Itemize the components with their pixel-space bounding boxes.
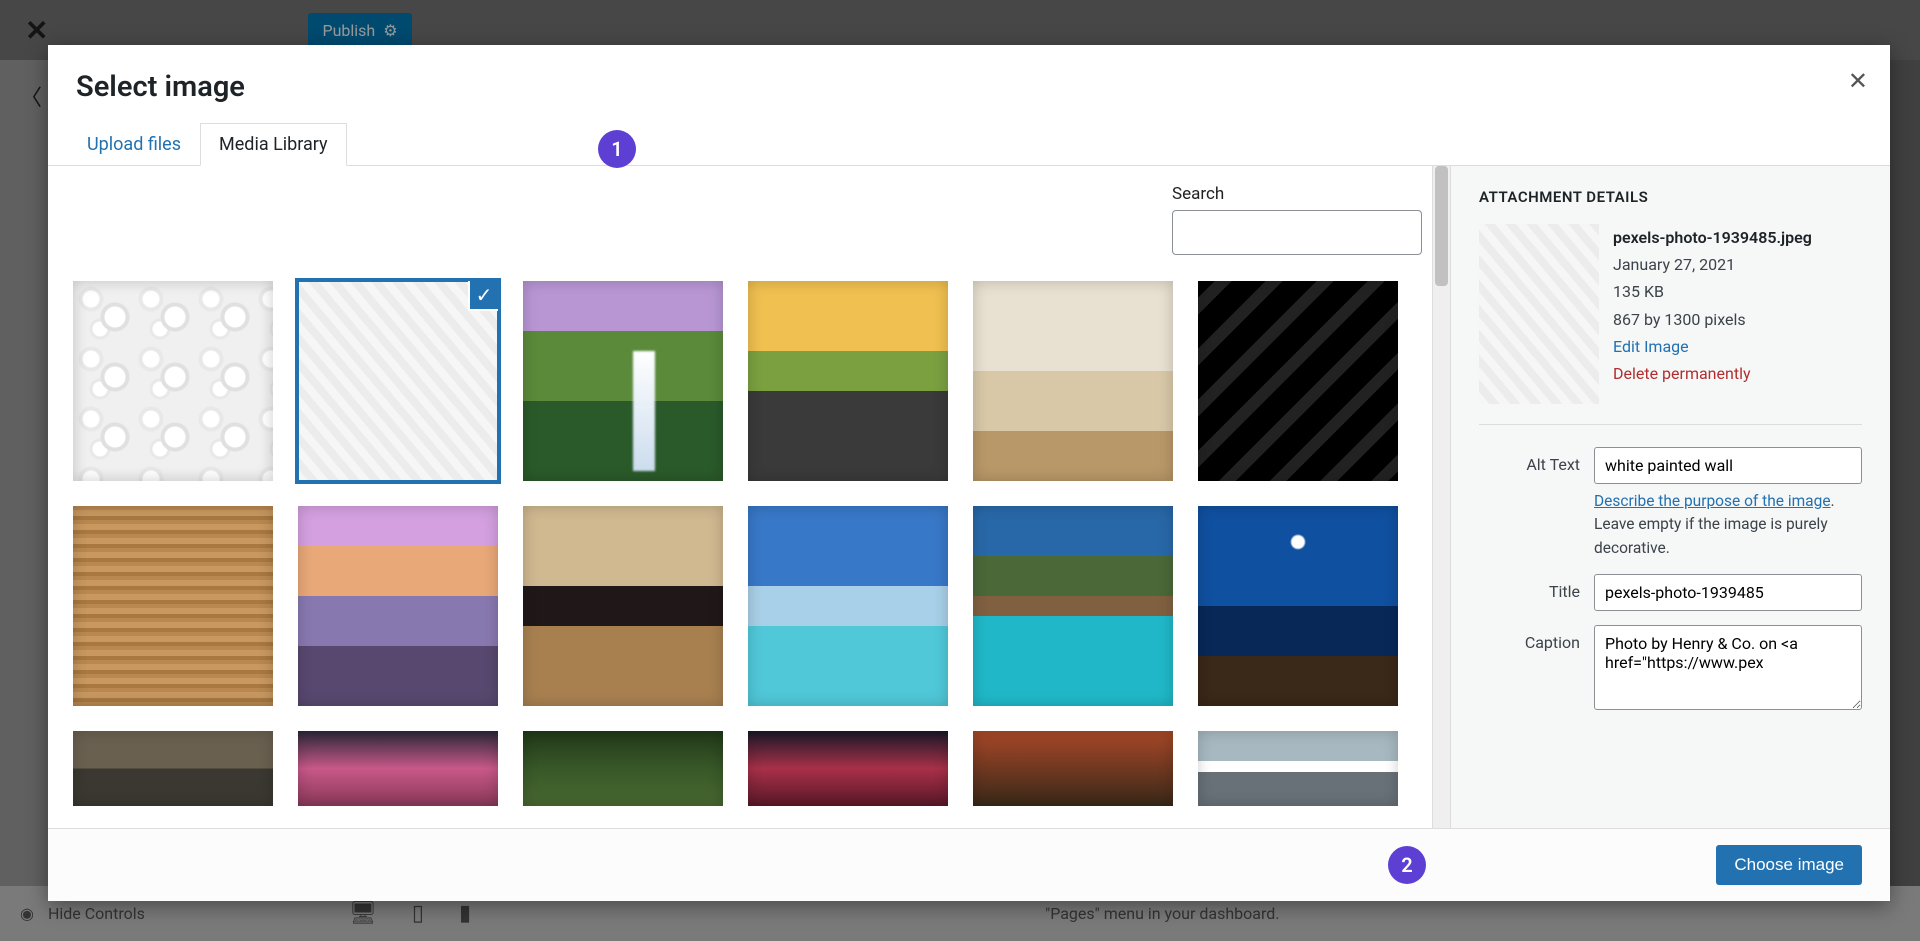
- media-thumb[interactable]: [1198, 731, 1398, 806]
- media-thumb[interactable]: [73, 731, 273, 806]
- modal-title: Select image: [76, 70, 1862, 104]
- media-thumb[interactable]: [523, 731, 723, 806]
- media-thumb[interactable]: [1198, 281, 1398, 481]
- scrollbar[interactable]: [1432, 166, 1450, 828]
- alt-text-input[interactable]: [1594, 447, 1862, 484]
- media-thumb[interactable]: [748, 506, 948, 706]
- mobile-icon: ▮: [459, 901, 471, 926]
- caption-input[interactable]: [1594, 625, 1862, 710]
- file-size: 135 KB: [1613, 278, 1812, 305]
- bg-text: "Pages" menu in your dashboard.: [1045, 904, 1279, 923]
- media-thumb[interactable]: [1198, 506, 1398, 706]
- eye-off-icon: ◉: [20, 904, 34, 923]
- media-thumb[interactable]: [298, 506, 498, 706]
- tablet-icon: ▯: [412, 901, 424, 926]
- gear-icon: ⚙: [383, 21, 397, 40]
- edit-image-link[interactable]: Edit Image: [1613, 333, 1812, 360]
- media-thumb[interactable]: [298, 731, 498, 806]
- bg-publish-button: Publish ⚙: [308, 13, 411, 48]
- close-button[interactable]: ✕: [1848, 67, 1868, 95]
- tab-upload-files[interactable]: Upload files: [68, 123, 200, 166]
- delete-link[interactable]: Delete permanently: [1613, 360, 1812, 387]
- modal-toolbar: Choose image: [48, 828, 1890, 901]
- media-thumb[interactable]: [523, 281, 723, 481]
- media-grid-area: Search ✓: [48, 166, 1450, 828]
- media-thumb[interactable]: [523, 506, 723, 706]
- media-thumb[interactable]: [748, 281, 948, 481]
- search-input[interactable]: [1172, 210, 1422, 255]
- attachment-details: ATTACHMENT DETAILS pexels-photo-1939485.…: [1450, 166, 1890, 828]
- desktop-icon: 🖥: [349, 901, 377, 926]
- details-heading: ATTACHMENT DETAILS: [1479, 188, 1862, 206]
- media-thumb[interactable]: [748, 731, 948, 806]
- check-icon: ✓: [468, 281, 498, 311]
- alt-text-label: Alt Text: [1479, 447, 1594, 474]
- bg-close-icon: ✕: [25, 14, 48, 47]
- filename: pexels-photo-1939485.jpeg: [1613, 224, 1812, 251]
- media-thumb[interactable]: [973, 506, 1173, 706]
- upload-date: January 27, 2021: [1613, 251, 1812, 278]
- caption-label: Caption: [1479, 625, 1594, 652]
- choose-image-button[interactable]: Choose image: [1716, 845, 1862, 885]
- media-thumb[interactable]: [973, 731, 1173, 806]
- media-thumb[interactable]: [973, 281, 1173, 481]
- annotation-badge-1: 1: [598, 130, 636, 168]
- details-thumbnail: [1479, 224, 1599, 404]
- hide-controls-label: Hide Controls: [48, 904, 145, 923]
- media-thumb[interactable]: [73, 506, 273, 706]
- title-input[interactable]: [1594, 574, 1862, 611]
- tab-media-library[interactable]: Media Library: [200, 123, 347, 166]
- media-thumb[interactable]: [73, 281, 273, 481]
- media-modal: Select image ✕ Upload files Media Librar…: [48, 45, 1890, 901]
- tabs: Upload files Media Library: [48, 122, 1890, 166]
- media-thumb[interactable]: ✓: [298, 281, 498, 481]
- title-label: Title: [1479, 574, 1594, 601]
- search-label: Search: [1172, 184, 1422, 204]
- annotation-badge-2: 2: [1388, 846, 1426, 884]
- dimensions: 867 by 1300 pixels: [1613, 306, 1812, 333]
- alt-help-link[interactable]: Describe the purpose of the image: [1594, 492, 1831, 510]
